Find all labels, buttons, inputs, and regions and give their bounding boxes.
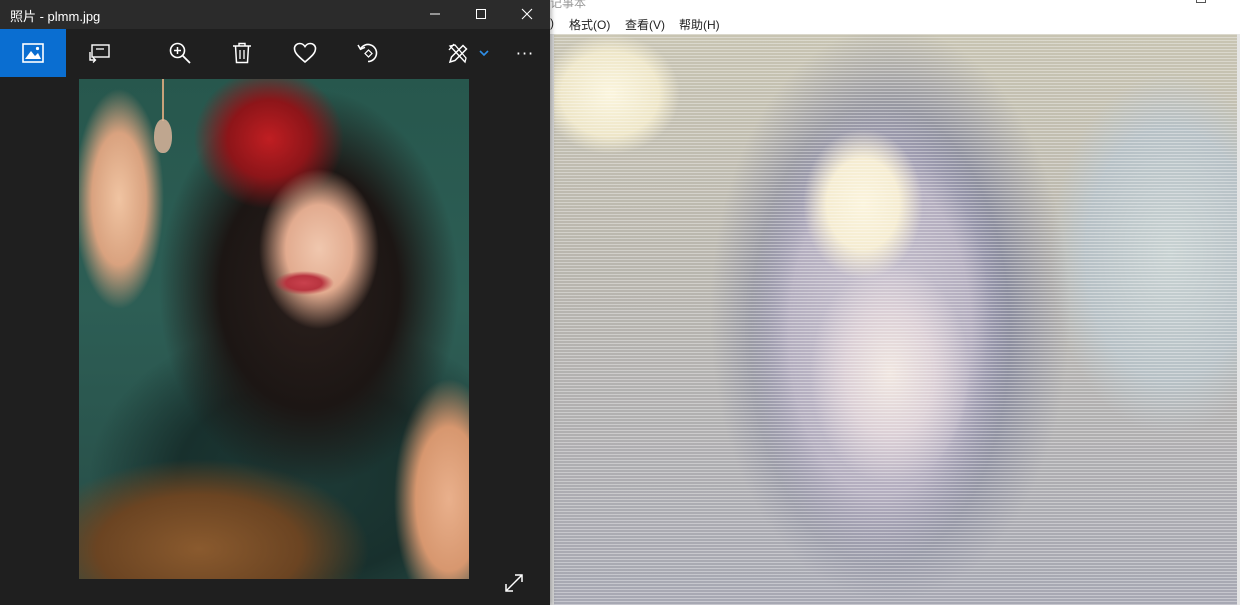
close-button[interactable] xyxy=(504,0,550,29)
menu-format[interactable]: 格式(O) xyxy=(569,16,610,33)
edit-create-button[interactable] xyxy=(440,29,496,77)
rotate-icon xyxy=(357,43,378,63)
slideshow-button[interactable] xyxy=(78,29,122,77)
favorite-button[interactable] xyxy=(283,29,327,77)
minimize-button[interactable] xyxy=(412,0,458,29)
notepad-menubar: ) 格式(O) 查看(V) 帮助(H) xyxy=(550,12,1240,34)
text-area-edge xyxy=(550,34,554,605)
edit-draw-icon xyxy=(448,43,468,64)
rotate-button[interactable] xyxy=(346,29,390,77)
zoom-in-icon xyxy=(169,42,191,64)
photos-app-window: 照片 - plmm.jpg ··· xyxy=(0,0,550,605)
full-screen-button[interactable] xyxy=(498,567,530,599)
maximize-button[interactable] xyxy=(458,0,504,29)
expand-icon xyxy=(505,574,523,592)
delete-icon xyxy=(233,42,251,64)
more-button[interactable]: ··· xyxy=(505,29,545,77)
menu-edit-fragment[interactable]: ) xyxy=(550,16,554,30)
menu-view[interactable]: 查看(V) xyxy=(625,16,665,33)
necklace-chain xyxy=(162,79,164,121)
delete-button[interactable] xyxy=(220,29,264,77)
notepad-maximize-icon[interactable] xyxy=(1196,0,1206,3)
collection-button[interactable] xyxy=(0,29,66,77)
window-title: 照片 - plmm.jpg xyxy=(10,9,101,24)
close-icon xyxy=(521,8,533,20)
notepad-text-area[interactable] xyxy=(550,34,1237,605)
notepad-title: 记事本 xyxy=(550,0,587,10)
slideshow-icon xyxy=(89,44,110,63)
heart-icon xyxy=(293,42,317,64)
title-bar: 照片 - plmm.jpg xyxy=(0,0,550,29)
zoom-button[interactable] xyxy=(158,29,202,77)
menu-help[interactable]: 帮助(H) xyxy=(679,16,720,33)
more-icon: ··· xyxy=(515,43,535,63)
photo-viewer-stage xyxy=(0,77,550,605)
maximize-icon xyxy=(476,9,486,19)
image-collection-icon xyxy=(22,43,44,63)
pendant xyxy=(154,119,172,153)
minimize-icon xyxy=(430,13,440,15)
photo[interactable] xyxy=(79,79,469,579)
notepad-window: 记事本 ) 格式(O) 查看(V) 帮助(H) xyxy=(550,0,1240,605)
toolbar: ··· xyxy=(0,29,550,77)
chevron-down-icon xyxy=(479,50,489,57)
